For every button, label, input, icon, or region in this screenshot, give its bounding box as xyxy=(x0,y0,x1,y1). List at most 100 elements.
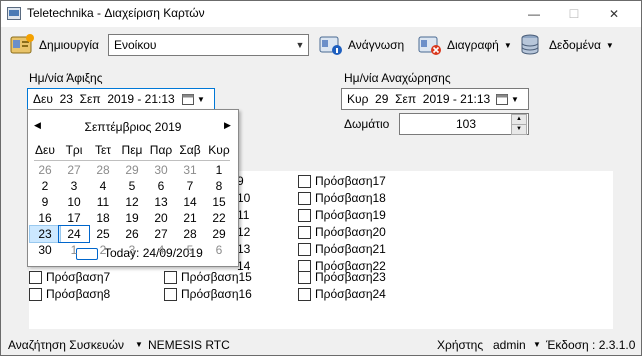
checkbox-box[interactable] xyxy=(298,270,311,284)
chevron-down-icon: ▼ xyxy=(295,40,305,50)
calendar-day[interactable]: 29 xyxy=(117,162,147,178)
calendar-day[interactable]: 19 xyxy=(117,210,147,226)
database-icon xyxy=(521,34,539,55)
access-checkbox-23[interactable]: Πρόσβαση23 xyxy=(298,269,386,285)
app-icon xyxy=(7,7,21,20)
access-checkbox-20[interactable]: Πρόσβαση20 xyxy=(298,224,386,240)
device-search-label[interactable]: Αναζήτηση Συσκευών xyxy=(8,338,124,352)
toolbar: Δημιουργία Ενοίκου ▼ Ανάγνωση Διαγραφή ▼ xyxy=(1,27,641,63)
checkbox-box[interactable] xyxy=(298,191,311,205)
access-checkbox-15[interactable]: Πρόσβαση15 xyxy=(164,269,252,285)
calendar-day[interactable]: 28 xyxy=(88,162,118,178)
calendar-day[interactable]: 3 xyxy=(117,242,147,258)
access-checkbox-24[interactable]: Πρόσβαση24 xyxy=(298,286,386,302)
calendar-day[interactable]: 7 xyxy=(175,178,205,194)
calendar-divider xyxy=(34,160,230,161)
calendar-day[interactable]: 18 xyxy=(88,210,118,226)
room-decrement-button[interactable]: ▼ xyxy=(511,124,527,135)
calendar-day[interactable]: 4 xyxy=(146,242,176,258)
checkbox-box[interactable] xyxy=(298,174,311,188)
calendar-day[interactable]: 13 xyxy=(146,194,176,210)
access-checkbox-21[interactable]: Πρόσβαση21 xyxy=(298,241,386,257)
calendar-day[interactable]: 30 xyxy=(146,162,176,178)
access-checkbox-16[interactable]: Πρόσβαση16 xyxy=(164,286,252,302)
access-checkbox-7[interactable]: Πρόσβαση7 xyxy=(29,269,110,285)
checkbox-box[interactable] xyxy=(298,225,311,239)
calendar-day[interactable]: 2 xyxy=(88,242,118,258)
calendar-month-title[interactable]: Σεπτέμβριος 2019 xyxy=(28,120,238,134)
read-button[interactable]: Ανάγνωση xyxy=(318,31,404,59)
calendar-day[interactable]: 2 xyxy=(30,178,60,194)
device-search-arrow[interactable]: ▼ xyxy=(135,340,143,349)
access-label: Πρόσβαση21 xyxy=(315,242,386,256)
calendar-day[interactable]: 4 xyxy=(88,178,118,194)
calendar-day[interactable]: 1 xyxy=(204,162,234,178)
card-type-select[interactable]: Ενοίκου ▼ xyxy=(108,34,309,56)
title-bar: Teletechnika - Διαχείριση Καρτών — ☐ ✕ xyxy=(1,1,641,27)
calendar-day[interactable]: 16 xyxy=(30,210,60,226)
calendar-day[interactable]: 26 xyxy=(117,226,147,242)
calendar-day[interactable]: 28 xyxy=(175,226,205,242)
calendar-day[interactable]: 30 xyxy=(30,242,60,258)
calendar-day[interactable]: 27 xyxy=(146,226,176,242)
access-label: Πρόσβαση15 xyxy=(181,270,252,284)
access-checkbox-18[interactable]: Πρόσβαση18 xyxy=(298,190,386,206)
access-label-partial: 12 xyxy=(237,225,251,239)
calendar-day[interactable]: 10 xyxy=(59,194,89,210)
access-checkbox-19[interactable]: Πρόσβαση19 xyxy=(298,207,386,223)
calendar-day[interactable]: 24 xyxy=(58,225,90,243)
user-label: Χρήστης xyxy=(437,338,484,352)
calendar-day[interactable]: 23 xyxy=(29,225,61,243)
calendar-day[interactable]: 22 xyxy=(204,210,234,226)
departure-calendar-button[interactable]: ▼ xyxy=(496,91,524,107)
access-label: Πρόσβαση23 xyxy=(315,270,386,284)
calendar-day[interactable]: 21 xyxy=(175,210,205,226)
calendar-day[interactable]: 12 xyxy=(117,194,147,210)
calendar-day[interactable]: 25 xyxy=(88,226,118,242)
calendar-day[interactable]: 5 xyxy=(175,242,205,258)
access-checkbox-8[interactable]: Πρόσβαση8 xyxy=(29,286,110,302)
calendar-day[interactable]: 26 xyxy=(30,162,60,178)
data-menu-button[interactable]: Δεδομένα ▼ xyxy=(519,31,614,59)
calendar-day[interactable]: 27 xyxy=(59,162,89,178)
checkbox-box[interactable] xyxy=(298,287,311,301)
next-month-button[interactable]: ▶ xyxy=(224,120,231,131)
close-button[interactable]: ✕ xyxy=(599,3,629,25)
create-card-icon xyxy=(10,34,34,54)
calendar-day[interactable]: 6 xyxy=(204,242,234,258)
calendar-day[interactable]: 8 xyxy=(204,178,234,194)
access-checkbox-17[interactable]: Πρόσβαση17 xyxy=(298,173,386,189)
calendar-day[interactable]: 14 xyxy=(175,194,205,210)
room-stepper[interactable]: 103 ▲ ▼ xyxy=(399,113,529,135)
access-label: Πρόσβαση20 xyxy=(315,225,386,239)
checkbox-box[interactable] xyxy=(29,270,42,284)
weekday-header: Τρι xyxy=(65,143,83,157)
delete-button[interactable]: Διαγραφή ▼ xyxy=(417,31,512,59)
calendar-day[interactable]: 6 xyxy=(146,178,176,194)
checkbox-box[interactable] xyxy=(29,287,42,301)
create-button[interactable]: Δημιουργία xyxy=(9,31,99,59)
calendar-day[interactable]: 5 xyxy=(117,178,147,194)
checkbox-box[interactable] xyxy=(164,287,177,301)
calendar-day[interactable]: 9 xyxy=(30,194,60,210)
calendar-day[interactable]: 20 xyxy=(146,210,176,226)
checkbox-box[interactable] xyxy=(164,270,177,284)
calendar-day[interactable]: 29 xyxy=(204,226,234,242)
delete-label: Διαγραφή xyxy=(447,38,499,52)
user-name[interactable]: admin xyxy=(493,338,526,352)
calendar-day[interactable]: 15 xyxy=(204,194,234,210)
user-menu-arrow[interactable]: ▼ xyxy=(533,340,541,349)
departure-datetime-picker[interactable]: Κυρ 29 Σεπ 2019 - 21:13 ▼ xyxy=(341,88,529,110)
arrival-datetime-picker[interactable]: Δευ 23 Σεπ 2019 - 21:13 ▼ xyxy=(27,88,215,110)
access-label: Πρόσβαση8 xyxy=(46,287,111,301)
checkbox-box[interactable] xyxy=(298,242,311,256)
calendar-day[interactable]: 3 xyxy=(59,178,89,194)
maximize-button[interactable]: ☐ xyxy=(559,3,589,25)
checkbox-box[interactable] xyxy=(298,208,311,222)
calendar-day[interactable]: 17 xyxy=(59,210,89,226)
minimize-button[interactable]: — xyxy=(519,3,549,25)
calendar-day[interactable]: 31 xyxy=(175,162,205,178)
arrival-calendar-button[interactable]: ▼ xyxy=(182,91,210,107)
calendar-day[interactable]: 11 xyxy=(88,194,118,210)
calendar-day[interactable]: 1 xyxy=(59,242,89,258)
